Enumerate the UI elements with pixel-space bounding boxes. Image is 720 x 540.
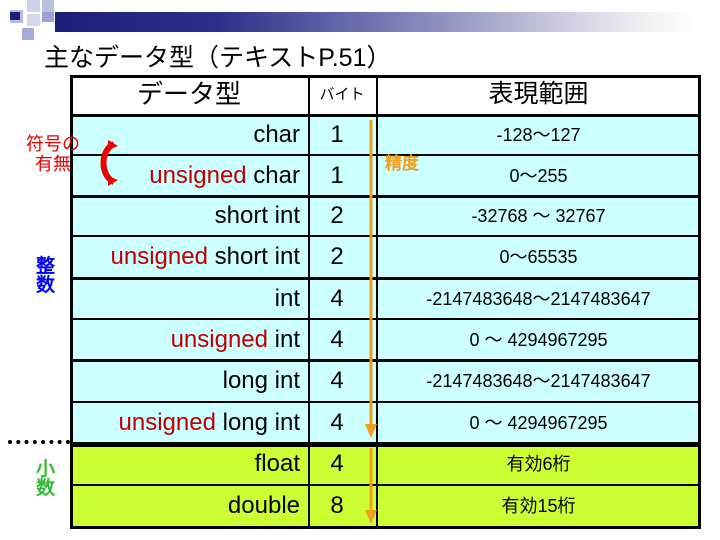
type-name: char	[253, 121, 300, 148]
decor-square	[10, 12, 20, 20]
range-cell: 0 ～ 4294967295	[469, 413, 608, 433]
signedness-label: 符号の 有無	[26, 134, 80, 174]
bytes-cell: 2	[330, 243, 344, 270]
bytes-cell: 4	[330, 326, 344, 353]
table-row: float 4 有効6桁	[70, 443, 701, 485]
type-name: short int	[207, 243, 300, 270]
range-cell: 有効15桁	[501, 496, 576, 516]
curved-arrow-icon	[100, 140, 118, 186]
type-name: double	[227, 492, 300, 519]
down-arrow-icon	[365, 424, 377, 438]
unsigned-keyword: unsigned	[170, 326, 268, 353]
type-cell: long int	[223, 369, 308, 393]
table-border-right	[698, 75, 701, 529]
type-cell: unsigned char	[149, 164, 308, 188]
bytes-cell: 4	[330, 409, 344, 436]
decimal-label: 小 数	[36, 459, 56, 499]
header-type: データ型	[136, 79, 241, 109]
row-divider	[70, 318, 701, 320]
range-cell: 0～255	[509, 166, 568, 186]
table-row: short int 2 -32768 ～ 32767	[70, 196, 701, 236]
precision-label: 精度	[385, 154, 419, 173]
title-bar-decoration	[55, 12, 695, 32]
header-range: 表現範囲	[488, 80, 589, 108]
bytes-cell: 4	[330, 367, 344, 394]
row-divider	[70, 277, 701, 280]
bytes-cell: 1	[330, 121, 344, 148]
type-name: int	[267, 326, 300, 353]
type-cell: float	[255, 452, 308, 476]
decor-square	[27, 14, 40, 26]
decor-square	[22, 28, 34, 40]
type-cell: int	[275, 287, 308, 311]
unsigned-keyword: unsigned	[118, 409, 216, 436]
unsigned-keyword: unsigned	[149, 162, 247, 189]
table-row: unsigned short int 2 0～65535	[70, 236, 701, 278]
type-cell: short int	[215, 204, 308, 228]
type-cell: unsigned int	[171, 328, 308, 352]
table-row: int 4 -2147483648～2147483647	[70, 278, 701, 319]
range-cell: -32768 ～ 32767	[471, 206, 606, 226]
bytes-cell: 8	[330, 492, 344, 519]
type-name: short int	[214, 202, 300, 229]
integer-label: 整 数	[36, 256, 56, 296]
unsigned-keyword: unsigned	[110, 243, 208, 270]
type-cell: unsigned short int	[111, 245, 308, 269]
range-cell: 有効6桁	[506, 454, 571, 474]
row-divider	[70, 484, 701, 486]
down-arrow-icon	[365, 510, 377, 524]
range-cell: -2147483648～2147483647	[426, 289, 651, 309]
range-cell: -128～127	[496, 125, 581, 145]
decor-square	[42, 0, 54, 12]
decor-square	[27, 0, 40, 12]
row-divider	[70, 401, 701, 403]
slide-title: 主なデータ型（テキストP.51）	[44, 44, 392, 72]
row-divider	[70, 235, 701, 237]
type-name: int	[274, 285, 300, 312]
row-divider	[70, 442, 701, 447]
row-divider	[70, 359, 701, 362]
type-name: long int	[222, 367, 300, 394]
precision-arrow-decimal	[365, 448, 377, 524]
decor-square	[42, 12, 54, 22]
bytes-cell: 1	[330, 162, 344, 189]
range-cell: -2147483648～2147483647	[426, 371, 651, 391]
type-cell: char	[253, 123, 308, 147]
bytes-cell: 2	[330, 202, 344, 229]
range-cell: 0 ～ 4294967295	[469, 330, 608, 350]
type-cell: unsigned long int	[119, 411, 308, 435]
range-cell: 0～65535	[499, 247, 578, 267]
table-row: double 8 有効15桁	[70, 485, 701, 527]
table-row: unsigned long int 4 0 ～ 4294967295	[70, 402, 701, 443]
type-cell: double	[228, 494, 308, 518]
group-divider-dotted	[8, 440, 70, 444]
precision-arrow-integer	[365, 120, 377, 438]
table-row: unsigned int 4 0 ～ 4294967295	[70, 319, 701, 360]
data-type-table: データ型 バイト 表現範囲 char 1 -128～127 unsigned char…	[70, 75, 701, 529]
table-border-top	[70, 75, 701, 78]
header-bytes: バイト	[319, 86, 365, 103]
type-name: float	[254, 450, 300, 477]
bytes-cell: 4	[330, 285, 344, 312]
table-border-bottom	[70, 526, 701, 529]
bytes-cell: 4	[330, 450, 344, 477]
type-name: long int	[215, 409, 300, 436]
table-row: long int 4 -2147483648～2147483647	[70, 360, 701, 402]
column-divider	[308, 75, 310, 529]
row-divider	[70, 114, 701, 117]
type-name: char	[246, 162, 300, 189]
row-divider	[70, 195, 701, 198]
